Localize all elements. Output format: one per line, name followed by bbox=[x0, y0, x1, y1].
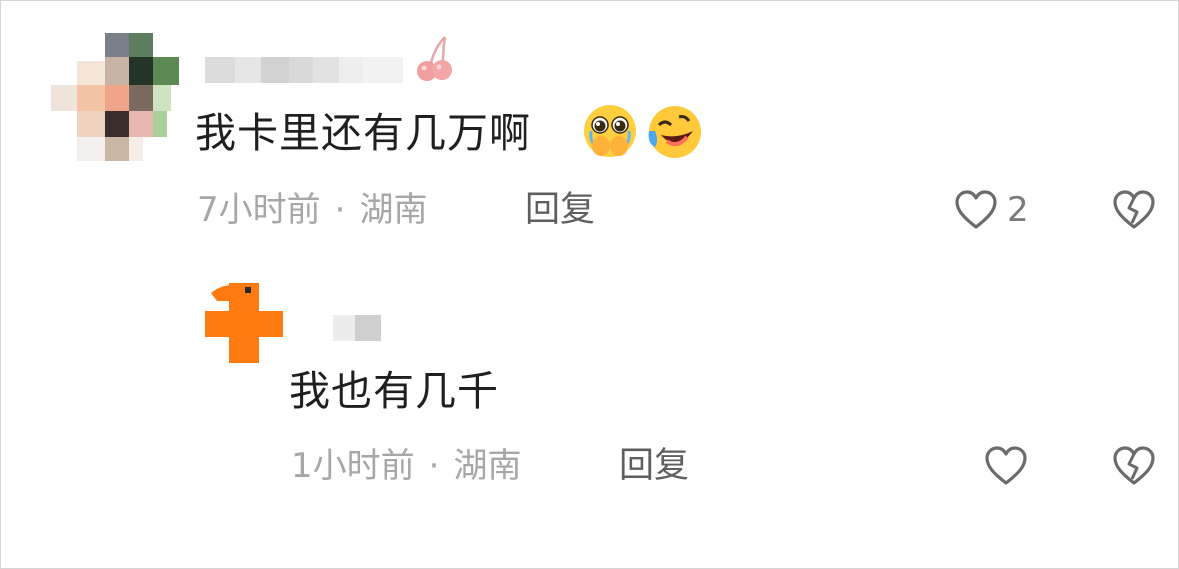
pleading-face-hands-over-mouth-emoji bbox=[584, 105, 636, 157]
reply-text: 我也有几千 bbox=[289, 367, 499, 415]
reply-button[interactable]: 回复 bbox=[525, 193, 595, 228]
comment-time: 7小时前 bbox=[197, 190, 321, 230]
commenter-username[interactable] bbox=[205, 57, 403, 83]
reply-reply-button[interactable]: 回复 bbox=[619, 449, 689, 484]
reply-location: 湖南 bbox=[453, 446, 522, 486]
comment-meta: 7小时前 · 湖南 bbox=[197, 193, 427, 227]
reply-username[interactable] bbox=[333, 315, 381, 341]
broken-heart-outline-icon[interactable] bbox=[1111, 445, 1157, 487]
comment-thread: 我卡里还有几万啊 7小时前 · 湖南 回复 2 我也有几千 1小时前 · 湖南 … bbox=[0, 0, 1179, 569]
comment-text: 我卡里还有几万啊 bbox=[195, 109, 531, 157]
commenter-avatar[interactable] bbox=[49, 33, 181, 165]
heart-outline-icon bbox=[955, 190, 997, 229]
comment-location: 湖南 bbox=[359, 190, 428, 230]
cherry-icon bbox=[417, 36, 452, 81]
meta-separator: · bbox=[428, 446, 440, 486]
like-button[interactable]: 2 bbox=[953, 189, 1029, 231]
reply-avatar[interactable] bbox=[201, 279, 285, 365]
broken-heart-outline-icon[interactable] bbox=[1111, 189, 1157, 231]
heart-outline-icon[interactable] bbox=[983, 445, 1029, 487]
meta-separator: · bbox=[334, 190, 346, 230]
rolling-on-the-floor-laughing-emoji bbox=[648, 106, 701, 158]
reply-time: 1小时前 bbox=[291, 446, 415, 486]
reply-meta: 1小时前 · 湖南 bbox=[291, 449, 521, 483]
like-count: 2 bbox=[1007, 190, 1029, 230]
